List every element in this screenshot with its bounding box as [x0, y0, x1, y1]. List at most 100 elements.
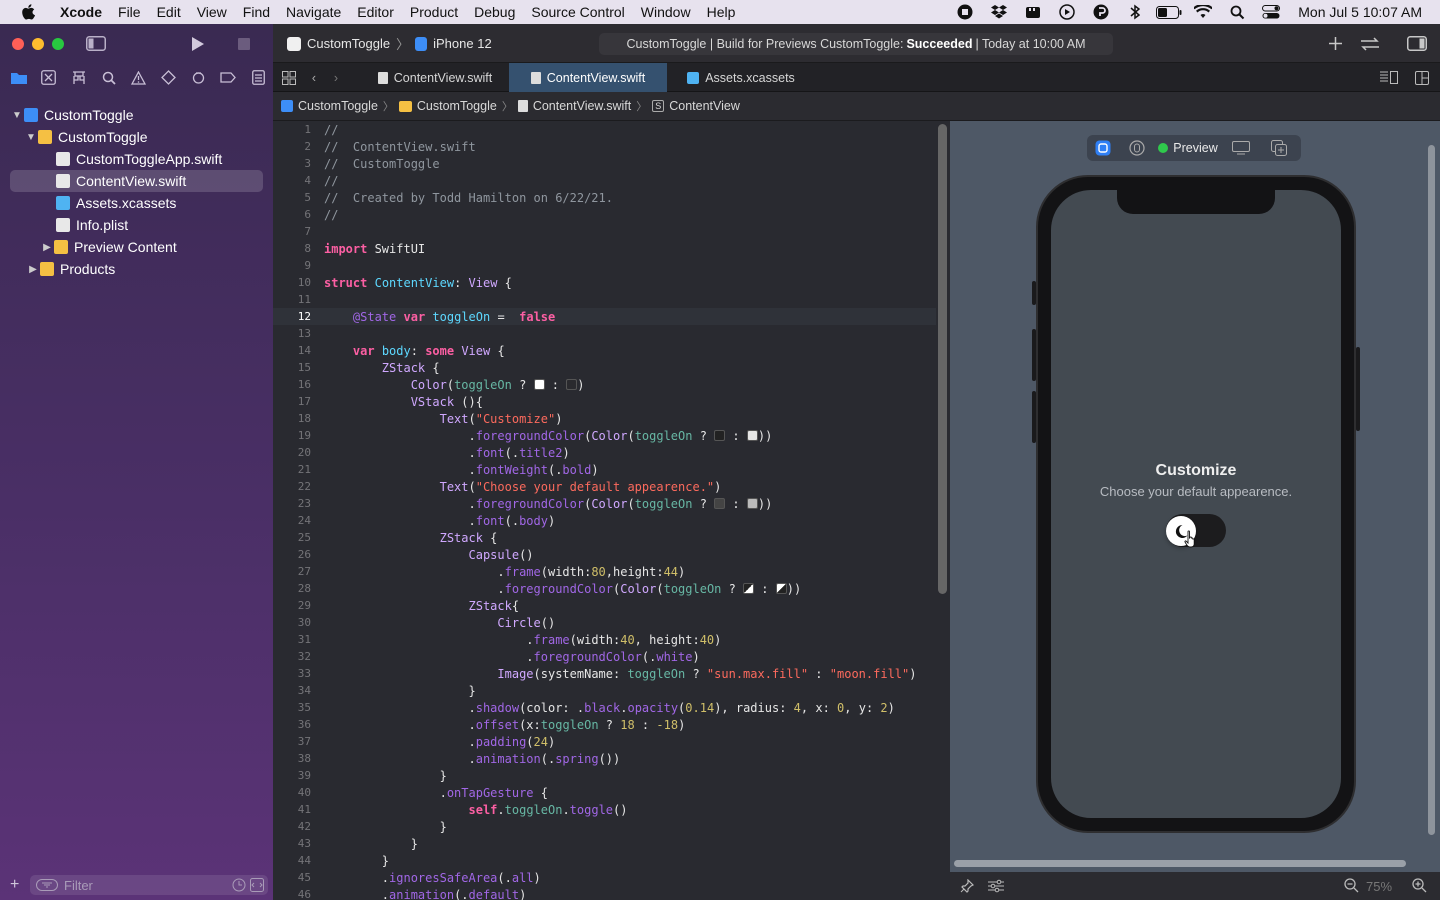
line-number[interactable]: 7 — [273, 225, 311, 238]
line-number[interactable]: 14 — [273, 344, 311, 357]
add-icon[interactable]: + — [10, 876, 19, 894]
menu-navigate[interactable]: Navigate — [278, 0, 349, 24]
line-number[interactable]: 1 — [273, 123, 311, 136]
line-number[interactable]: 4 — [273, 174, 311, 187]
preview-status[interactable]: Preview — [1155, 135, 1221, 161]
line-number[interactable]: 22 — [273, 480, 311, 493]
line-number[interactable]: 21 — [273, 463, 311, 476]
tree-item-file[interactable]: CustomToggleApp.swift — [0, 148, 273, 170]
line-number[interactable]: 10 — [273, 276, 311, 289]
line-number[interactable]: 36 — [273, 718, 311, 731]
jump-file[interactable]: ContentView.swift — [533, 99, 631, 113]
live-preview-icon[interactable] — [1087, 135, 1119, 161]
line-number[interactable]: 33 — [273, 667, 311, 680]
line-number[interactable]: 2 — [273, 140, 311, 153]
line-number[interactable]: 5 — [273, 191, 311, 204]
line-number[interactable]: 34 — [273, 684, 311, 697]
tree-item-group[interactable]: ▶ Products — [0, 258, 273, 280]
canvas-horizontal-scrollbar[interactable] — [954, 860, 1406, 867]
source-filter-icon[interactable] — [250, 878, 264, 895]
line-number[interactable]: 42 — [273, 820, 311, 833]
issue-navigator-icon[interactable] — [124, 63, 154, 92]
line-number[interactable]: 6 — [273, 208, 311, 221]
line-number[interactable]: 35 — [273, 701, 311, 714]
line-number[interactable]: 17 — [273, 395, 311, 408]
line-number[interactable]: 24 — [273, 514, 311, 527]
line-number[interactable]: 38 — [273, 752, 311, 765]
grid-layout-icon[interactable] — [277, 63, 301, 92]
recent-files-icon[interactable] — [232, 878, 246, 895]
variants-icon[interactable] — [988, 879, 1004, 896]
symbol-navigator-icon[interactable] — [64, 63, 94, 92]
canvas-vertical-scrollbar[interactable] — [1428, 145, 1435, 835]
menubar-clock[interactable]: Mon Jul 5 10:07 AM — [1298, 4, 1422, 20]
line-number[interactable]: 30 — [273, 616, 311, 629]
duplicate-preview-icon[interactable] — [1261, 135, 1297, 161]
inspector-toggle-icon[interactable] — [1402, 24, 1432, 63]
tab-contentview-active[interactable]: ContentView.swift — [509, 63, 667, 92]
line-number[interactable]: 20 — [273, 446, 311, 459]
scheme-selector[interactable]: CustomToggle 〉 iPhone 12 — [287, 24, 492, 63]
line-number[interactable]: 31 — [273, 633, 311, 646]
tree-item-group[interactable]: ▼ CustomToggle — [0, 126, 273, 148]
shazam-icon[interactable] — [1084, 0, 1118, 24]
pin-icon[interactable] — [960, 878, 975, 896]
menu-source-control[interactable]: Source Control — [523, 0, 632, 24]
jump-project[interactable]: CustomToggle — [298, 99, 378, 113]
tab-contentview-preview[interactable]: ContentView.swift — [361, 63, 509, 92]
line-number[interactable]: 8 — [273, 242, 311, 255]
menu-help[interactable]: Help — [699, 0, 744, 24]
line-number[interactable]: 27 — [273, 565, 311, 578]
line-number[interactable]: 3 — [273, 157, 311, 170]
line-number[interactable]: 39 — [273, 769, 311, 782]
line-number[interactable]: 28 — [273, 582, 311, 595]
add-editor-icon[interactable] — [1409, 63, 1435, 92]
menu-view[interactable]: View — [189, 0, 235, 24]
menu-window[interactable]: Window — [633, 0, 699, 24]
sidebar-toggle-icon[interactable] — [82, 24, 110, 63]
line-number[interactable]: 46 — [273, 888, 311, 900]
scheme-device-label[interactable]: iPhone 12 — [433, 36, 492, 51]
back-arrow-icon[interactable]: ‹ — [303, 63, 325, 92]
line-number[interactable]: 40 — [273, 786, 311, 799]
line-number[interactable]: 44 — [273, 854, 311, 867]
line-number[interactable]: 25 — [273, 531, 311, 544]
menu-debug[interactable]: Debug — [466, 0, 523, 24]
line-number[interactable]: 11 — [273, 293, 311, 306]
zoom-out-icon[interactable] — [1344, 878, 1359, 896]
bluetooth-icon[interactable] — [1118, 0, 1152, 24]
tree-item-file[interactable]: Info.plist — [0, 214, 273, 236]
battery-icon[interactable] — [1152, 0, 1186, 24]
spotlight-search-icon[interactable] — [1220, 0, 1254, 24]
test-navigator-icon[interactable] — [153, 63, 183, 92]
menu-app-name[interactable]: Xcode — [52, 0, 110, 24]
line-number[interactable]: 43 — [273, 837, 311, 850]
breakpoint-navigator-icon[interactable] — [213, 63, 243, 92]
apple-menu-icon[interactable] — [18, 0, 38, 24]
line-number[interactable]: 45 — [273, 871, 311, 884]
stop-button-icon[interactable] — [230, 24, 258, 63]
tree-item-file[interactable]: Assets.xcassets — [0, 192, 273, 214]
zoom-in-icon[interactable] — [1412, 878, 1427, 896]
debug-navigator-icon[interactable] — [183, 63, 213, 92]
library-add-icon[interactable] — [1320, 24, 1350, 63]
source-editor[interactable]: 1 2 3 4 5 6 7 8 9 10 11 12 13 14 15 16 17 18 19 20 21 22 23 24 2… — [273, 121, 950, 900]
report-navigator-icon[interactable] — [243, 63, 273, 92]
disclosure-open-icon[interactable]: ▼ — [24, 132, 38, 143]
tree-item-file-selected[interactable]: ContentView.swift — [10, 170, 263, 192]
line-number[interactable]: 26 — [273, 548, 311, 561]
tab-assets[interactable]: Assets.xcassets — [667, 63, 815, 92]
menu-file[interactable]: File — [110, 0, 149, 24]
source-control-navigator-icon[interactable] — [34, 63, 64, 92]
line-number[interactable]: 32 — [273, 650, 311, 663]
disclosure-closed-icon[interactable]: ▶ — [26, 264, 40, 275]
zoom-window-button[interactable] — [52, 37, 64, 50]
menu-edit[interactable]: Edit — [149, 0, 189, 24]
inspect-preview-icon[interactable] — [1119, 135, 1155, 161]
find-navigator-icon[interactable] — [94, 63, 124, 92]
disclosure-closed-icon[interactable]: ▶ — [40, 242, 54, 253]
jump-group[interactable]: CustomToggle — [417, 99, 497, 113]
play-circle-icon[interactable] — [1050, 0, 1084, 24]
run-button-icon[interactable] — [184, 24, 212, 63]
editor-options-icon[interactable] — [1376, 63, 1402, 92]
